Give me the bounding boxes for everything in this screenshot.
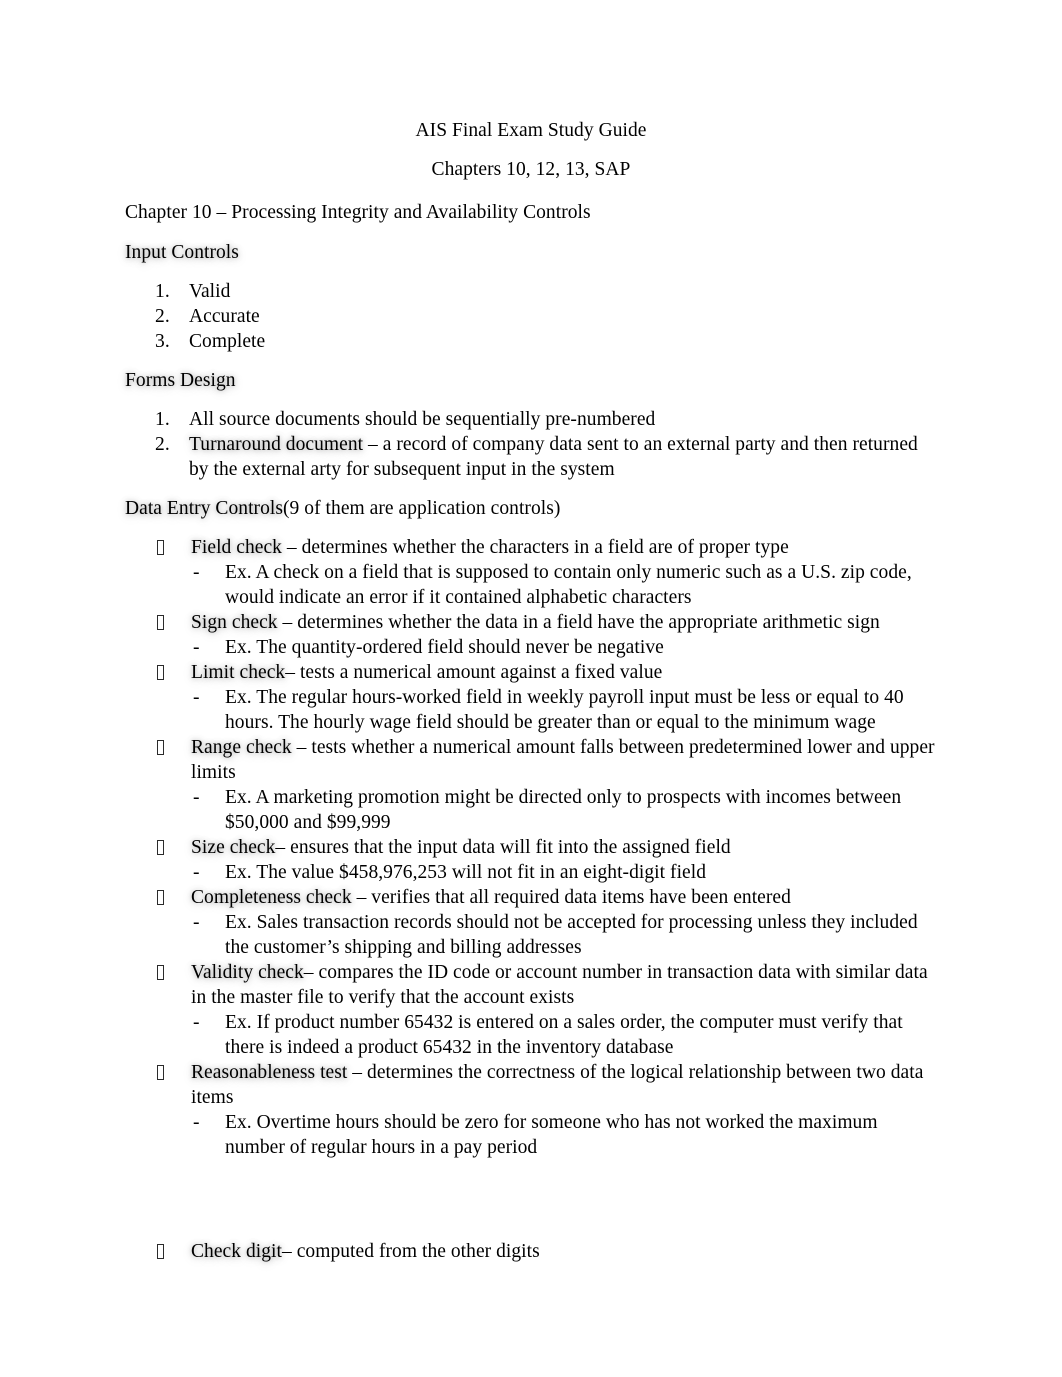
forms-design-list: All source documents should be sequentia… — [125, 407, 937, 482]
tofu-bullet-icon — [157, 1065, 164, 1080]
example-text: Ex. If product number 65432 is entered o… — [225, 1012, 903, 1058]
example-item: Ex. A marketing promotion might be direc… — [191, 785, 937, 835]
example-item: Ex. A check on a field that is supposed … — [191, 560, 937, 610]
tofu-bullet-icon — [157, 965, 164, 980]
example-list: Ex. A check on a field that is supposed … — [191, 560, 937, 610]
example-item: Ex. Sales transaction records should not… — [191, 910, 937, 960]
section-heading-text: Data Entry Controls — [125, 498, 284, 519]
example-text: Ex. A check on a field that is supposed … — [225, 562, 912, 608]
list-item-text: – computed from the other digits — [282, 1241, 540, 1262]
example-item: Ex. Overtime hours should be zero for so… — [191, 1110, 937, 1160]
tofu-list-item: Field check – determines whether the cha… — [125, 535, 937, 610]
example-list: Ex. Overtime hours should be zero for so… — [191, 1110, 937, 1160]
tofu-bullet-icon — [157, 665, 164, 680]
tofu-list-item: Check digit– computed from the other dig… — [125, 1239, 937, 1264]
list-item-text: Complete — [189, 331, 266, 352]
list-item-text: – determines whether the data in a field… — [277, 612, 880, 633]
tofu-bullet-icon — [157, 540, 164, 555]
tofu-list-item: Size check– ensures that the input data … — [125, 835, 937, 885]
list-item-term: Size check — [191, 837, 276, 858]
example-item: Ex. The quantity-ordered field should ne… — [191, 635, 937, 660]
list-item-text: – ensures that the input data will fit i… — [275, 837, 731, 858]
example-list: Ex. The regular hours-worked field in we… — [191, 685, 937, 735]
tofu-list-item: Reasonableness test – determines the cor… — [125, 1060, 937, 1160]
input-controls-list: Valid Accurate Complete — [125, 279, 937, 354]
example-list: Ex. The value $458,976,253 will not fit … — [191, 860, 937, 885]
list-item-term: Field check — [191, 537, 282, 558]
section-heading-text: Forms Design — [125, 370, 236, 391]
example-list: Ex. Sales transaction records should not… — [191, 910, 937, 960]
list-item-text: Valid — [189, 281, 231, 302]
example-text: Ex. The regular hours-worked field in we… — [225, 687, 904, 733]
chapter-heading: Chapter 10 – Processing Integrity and Av… — [125, 202, 591, 223]
section-heading-input-controls: Input Controls — [125, 240, 937, 265]
section-heading-data-entry-controls: Data Entry Controls(9 of them are applic… — [125, 496, 937, 521]
tofu-list-item: Sign check – determines whether the data… — [125, 610, 937, 660]
list-item-text: – verifies that all required data items … — [356, 887, 791, 908]
example-text: Ex. A marketing promotion might be direc… — [225, 787, 902, 833]
list-item-term: Reasonableness test — [191, 1062, 353, 1083]
list-item-term: Completeness check — [191, 887, 357, 908]
document-title: AIS Final Exam Study Guide — [415, 120, 647, 141]
section-heading-text: Input Controls — [125, 242, 239, 263]
tofu-list-item: Range check – tests whether a numerical … — [125, 735, 937, 835]
example-text: Ex. The value $458,976,253 will not fit … — [225, 862, 707, 883]
tofu-bullet-icon — [157, 740, 164, 755]
list-item-term: Turnaround document — [189, 434, 369, 455]
list-item-text: Accurate — [189, 306, 260, 327]
tofu-bullet-icon — [157, 1244, 164, 1259]
list-item-term: Validity check — [191, 962, 304, 983]
example-item: Ex. If product number 65432 is entered o… — [191, 1010, 937, 1060]
section-heading-suffix: (9 of them are application controls) — [283, 498, 561, 519]
list-item: Accurate — [125, 304, 937, 329]
example-text: Ex. The quantity-ordered field should ne… — [225, 637, 664, 658]
list-item: Valid — [125, 279, 937, 304]
tofu-bullet-icon — [157, 890, 164, 905]
example-text: Ex. Sales transaction records should not… — [225, 912, 918, 958]
example-item: Ex. The regular hours-worked field in we… — [191, 685, 937, 735]
list-item-text: All source documents should be sequentia… — [189, 409, 656, 430]
tofu-list-item: Validity check– compares the ID code or … — [125, 960, 937, 1060]
list-item-text: – tests whether a numerical amount falls… — [191, 737, 935, 783]
tofu-bullet-icon — [157, 615, 164, 630]
example-list: Ex. If product number 65432 is entered o… — [191, 1010, 937, 1060]
list-item-text: – tests a numerical amount against a fix… — [285, 662, 663, 683]
example-list: Ex. A marketing promotion might be direc… — [191, 785, 937, 835]
list-item: Complete — [125, 329, 937, 354]
document-subtitle: Chapters 10, 12, 13, SAP — [431, 159, 631, 180]
example-list: Ex. The quantity-ordered field should ne… — [191, 635, 937, 660]
example-text: Ex. Overtime hours should be zero for so… — [225, 1112, 878, 1158]
list-spacer — [125, 1160, 937, 1239]
list-item-text: – determines whether the characters in a… — [281, 537, 789, 558]
example-item: Ex. The value $458,976,253 will not fit … — [191, 860, 937, 885]
document-page: AIS Final Exam Study Guide Chapters 10, … — [0, 0, 1062, 1377]
list-item-term: Limit check — [191, 662, 286, 683]
list-item-term: Check digit — [191, 1241, 282, 1262]
list-item: All source documents should be sequentia… — [125, 407, 937, 432]
tofu-list-item: Limit check– tests a numerical amount ag… — [125, 660, 937, 735]
tofu-bullet-icon — [157, 840, 164, 855]
list-item: Turnaround document – a record of compan… — [125, 432, 937, 482]
section-heading-forms-design: Forms Design — [125, 368, 937, 393]
list-item-term: Sign check — [191, 612, 278, 633]
data-entry-controls-list: Field check – determines whether the cha… — [125, 535, 937, 1264]
list-item-term: Range check — [191, 737, 292, 758]
tofu-list-item: Completeness check – verifies that all r… — [125, 885, 937, 960]
